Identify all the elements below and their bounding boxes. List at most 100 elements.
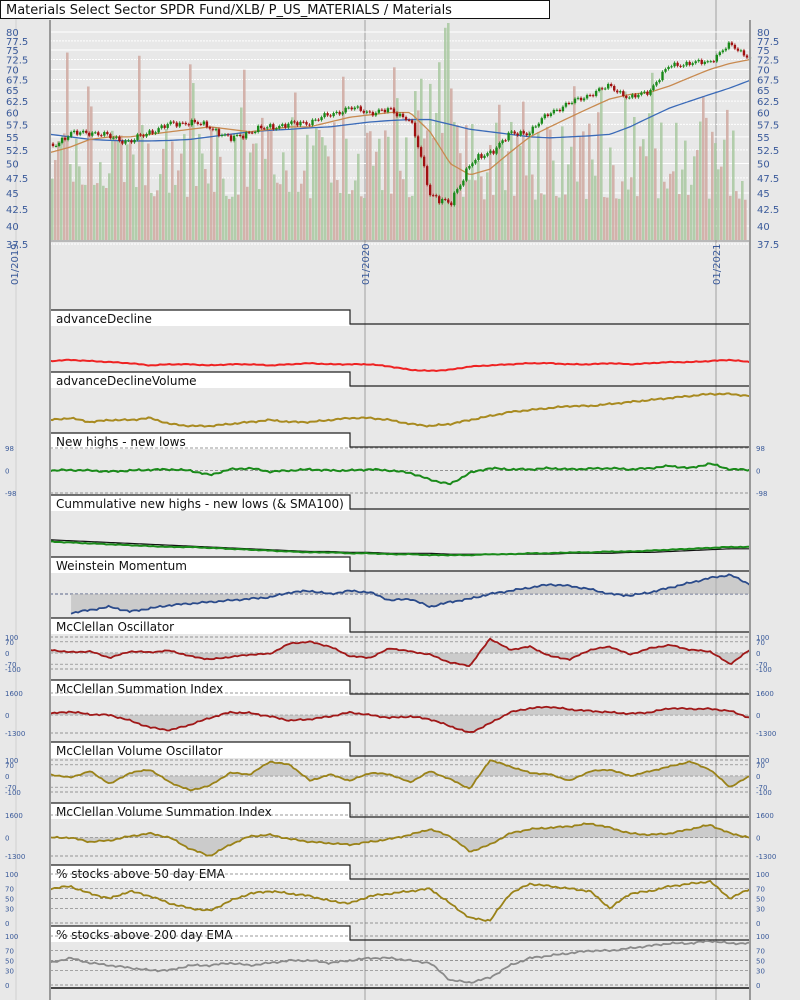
volume-bar: [501, 141, 504, 240]
volume-bar: [732, 130, 735, 240]
candle-up: [474, 159, 477, 164]
volume-bar: [135, 187, 138, 240]
candle-up: [332, 113, 335, 117]
volume-bar: [462, 196, 465, 240]
volume-bar: [189, 64, 192, 240]
volume-bar: [288, 191, 291, 240]
volume-bar: [321, 137, 324, 240]
candle-up: [691, 63, 694, 65]
candle-up: [78, 132, 82, 135]
volume-bar: [333, 122, 336, 240]
volume-bar: [504, 190, 507, 240]
volume-bar: [534, 199, 537, 240]
panel-tick-right: -1300: [756, 730, 776, 738]
candle-up: [658, 80, 661, 83]
candle-down: [401, 113, 405, 118]
volume-bar: [57, 141, 60, 240]
volume-bar: [198, 133, 201, 240]
volume-bar: [672, 171, 675, 240]
panel-new-highs-new-lows: New highs - new lows 98 98 0 0 -98 -98: [5, 432, 767, 498]
panel-tick-right: -1300: [756, 853, 776, 861]
volume-bar: [414, 91, 417, 241]
candle-down: [413, 122, 417, 137]
volume-bar: [525, 175, 528, 240]
candle-up: [489, 150, 492, 154]
volume-bar: [420, 78, 423, 241]
candle-up: [661, 71, 664, 81]
volume-bar: [669, 173, 672, 240]
candle-up: [655, 82, 658, 86]
panel-cummulative-new-highs-new-lows-sma100: Cummulative new highs - new lows (& SMA1…: [49, 494, 751, 557]
candle-down: [504, 140, 507, 142]
candle-up: [365, 111, 369, 113]
volume-bar: [483, 199, 486, 240]
volume-bar: [84, 184, 87, 240]
candle-down: [151, 130, 154, 134]
panel-series-line: [49, 939, 751, 984]
candle-down: [730, 42, 734, 45]
candle-down: [100, 135, 103, 137]
volume-bar: [567, 164, 570, 240]
candle-down: [404, 117, 408, 120]
volume-bar: [438, 62, 441, 241]
candle-down: [579, 97, 583, 101]
candle-up: [697, 59, 700, 62]
candle-up: [178, 122, 181, 127]
candle-up: [220, 134, 224, 136]
panel-title: Cummulative new highs - new lows (& SMA1…: [56, 497, 344, 511]
volume-bar: [384, 130, 387, 240]
candle-up: [637, 94, 640, 98]
candle-up: [72, 130, 76, 133]
volume-bar: [675, 122, 678, 240]
candle-up: [91, 132, 94, 136]
volume-bar: [666, 188, 669, 240]
candle-up: [54, 145, 58, 147]
candle-up: [244, 132, 248, 139]
volume-bar: [81, 184, 84, 240]
panel-tick-left: -98: [5, 490, 16, 498]
volume-bar: [543, 194, 546, 240]
candle-up: [462, 180, 465, 186]
candle-up: [398, 113, 402, 117]
candle-down: [296, 122, 299, 126]
candle-down: [422, 156, 426, 167]
candle-down: [368, 111, 372, 113]
candle-down: [742, 50, 746, 56]
panel-series-line: [49, 358, 751, 372]
volume-bar: [351, 190, 354, 240]
candle-up: [670, 66, 673, 68]
price-tick-left: 40: [6, 222, 19, 233]
price-tick-right: 42.5: [757, 205, 779, 216]
panel-series-line: [49, 540, 751, 557]
price-tick-left: 67.5: [6, 76, 28, 87]
volume-bar: [246, 186, 249, 240]
volume-bar: [144, 185, 147, 240]
volume-bar: [192, 83, 195, 241]
volume-bar: [108, 173, 111, 240]
volume-bar: [594, 175, 597, 240]
volume-bar: [738, 198, 741, 240]
candle-down: [181, 122, 184, 124]
panel-tick-left: 0: [5, 835, 9, 843]
volume-bar: [102, 185, 105, 240]
candle-down: [625, 95, 628, 98]
candle-up: [60, 137, 64, 143]
candle-up: [136, 134, 139, 140]
panel-tick-left: 30: [5, 967, 14, 975]
panel-tick-right: 70: [756, 762, 765, 770]
volume-bar: [639, 146, 642, 240]
volume-bar: [210, 129, 213, 240]
volume-bar: [711, 131, 714, 240]
panel-tick-left: 0: [5, 920, 9, 928]
volume-bar: [207, 183, 210, 240]
candle-up: [441, 198, 444, 204]
candle-up: [112, 137, 115, 139]
candle-up: [628, 97, 631, 99]
candle-up: [275, 128, 278, 130]
candle-down: [516, 133, 519, 136]
volume-bar: [408, 197, 411, 240]
price-tick-right: 45: [757, 189, 770, 200]
panel-tick-right: 98: [756, 445, 765, 453]
candle-up: [256, 125, 260, 133]
candle-up: [465, 168, 468, 181]
